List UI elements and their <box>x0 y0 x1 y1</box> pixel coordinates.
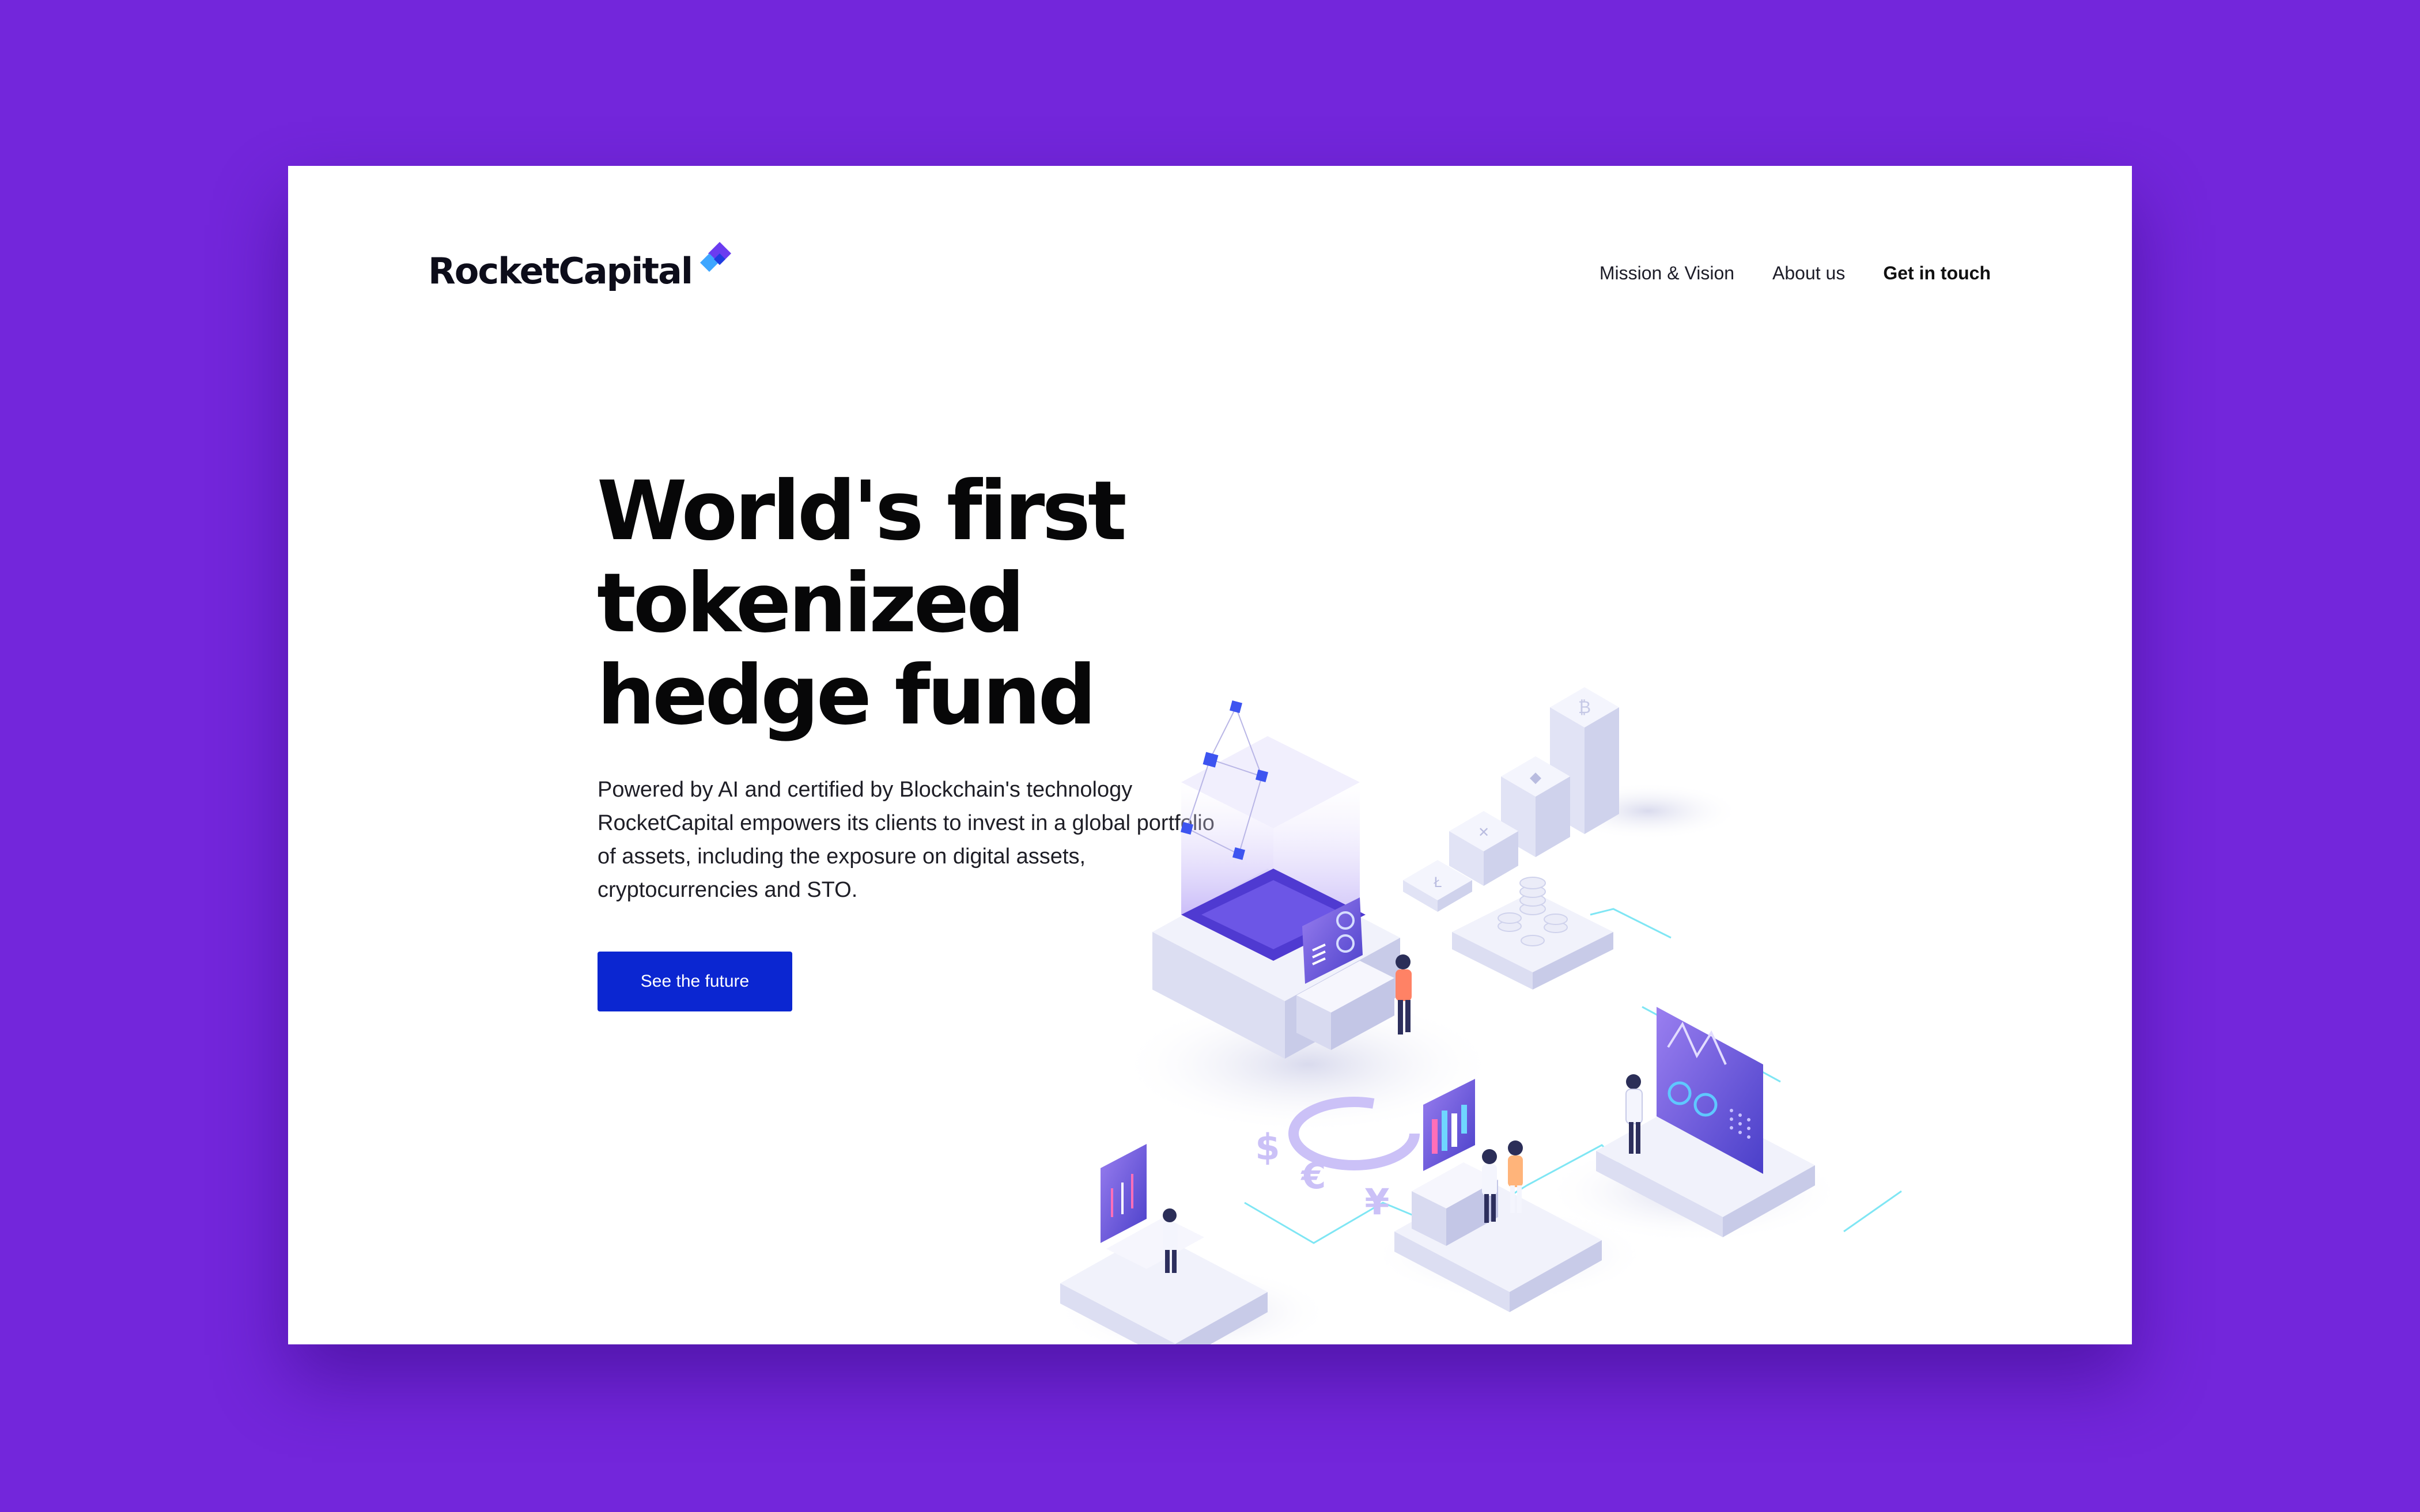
yen-symbol: ¥ <box>1364 1181 1389 1223</box>
dollar-symbol: $ <box>1255 1126 1280 1168</box>
nav-about-us[interactable]: About us <box>1772 263 1845 284</box>
see-the-future-button[interactable]: See the future <box>598 952 792 1011</box>
diamond-logo-icon <box>700 242 732 272</box>
analytics-platform <box>1544 1007 1844 1243</box>
euro-symbol: € <box>1300 1155 1326 1197</box>
ripple-icon: ✕ <box>1478 824 1489 840</box>
brand-logo[interactable]: RocketCapital <box>428 241 742 289</box>
isometric-fintech-illustration: ₿ ◆ ✕ Ł $ € ¥ <box>1054 687 1902 1344</box>
brand-name: RocketCapital <box>428 250 693 292</box>
main-nav: Mission & Vision About us Get in touch <box>1600 263 1991 284</box>
coins-platform <box>1452 877 1613 990</box>
ethereum-icon: ◆ <box>1530 769 1541 786</box>
landing-page-card: RocketCapital Mission & Vision About us … <box>288 166 2132 1344</box>
crypto-blocks: ₿ ◆ ✕ Ł <box>1403 687 1740 912</box>
nav-mission-vision[interactable]: Mission & Vision <box>1600 263 1734 284</box>
litecoin-icon: Ł <box>1433 874 1442 890</box>
trader-desk-platform <box>1054 1144 1331 1344</box>
main-hub-platform <box>1118 700 1498 1134</box>
bitcoin-icon: ₿ <box>1578 698 1591 718</box>
nav-get-in-touch[interactable]: Get in touch <box>1883 263 1991 284</box>
